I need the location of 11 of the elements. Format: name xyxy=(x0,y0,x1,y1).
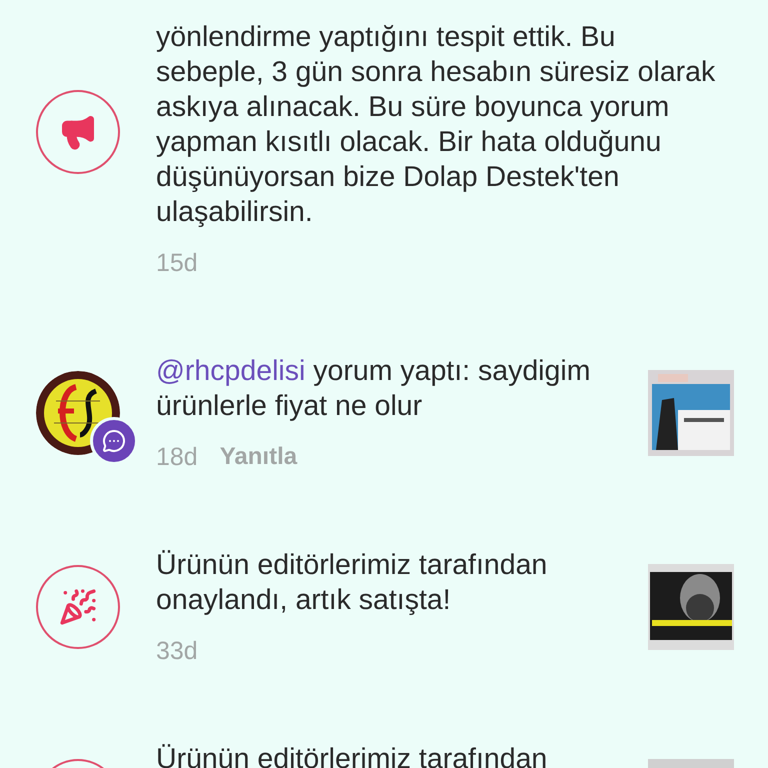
notification-time: 18d xyxy=(156,442,198,472)
notification-text: Ürünün editörlerimiz tarafından onaylandı, artık satışta! xyxy=(156,548,548,618)
notification-text: Ürünün editörlerimiz tarafından xyxy=(156,742,548,768)
party-popper-icon xyxy=(59,588,97,626)
notification-text: @rhcpdelisi yorum yaptı: saydigim ürünlerle fiyat ne olur xyxy=(156,354,590,424)
notification-time: 33d xyxy=(156,636,198,666)
mention-link[interactable]: @rhcpdelisi xyxy=(156,355,306,387)
notification-time: 15d xyxy=(156,248,198,278)
notification-text: yönlendirme yaptığını tespit ettik. Bu sebeple, 3 gün sonra hesabın süresiz olarak askıya alınacak. Bu süre boyunca yorum yapman kısıtlı olacak. Bir hata olduğunu düşünüyorsan bize Dolap Destek'ten ulaşabilirsin. xyxy=(156,20,716,230)
megaphone-icon xyxy=(59,113,97,151)
chat-bubble-icon xyxy=(102,429,126,453)
